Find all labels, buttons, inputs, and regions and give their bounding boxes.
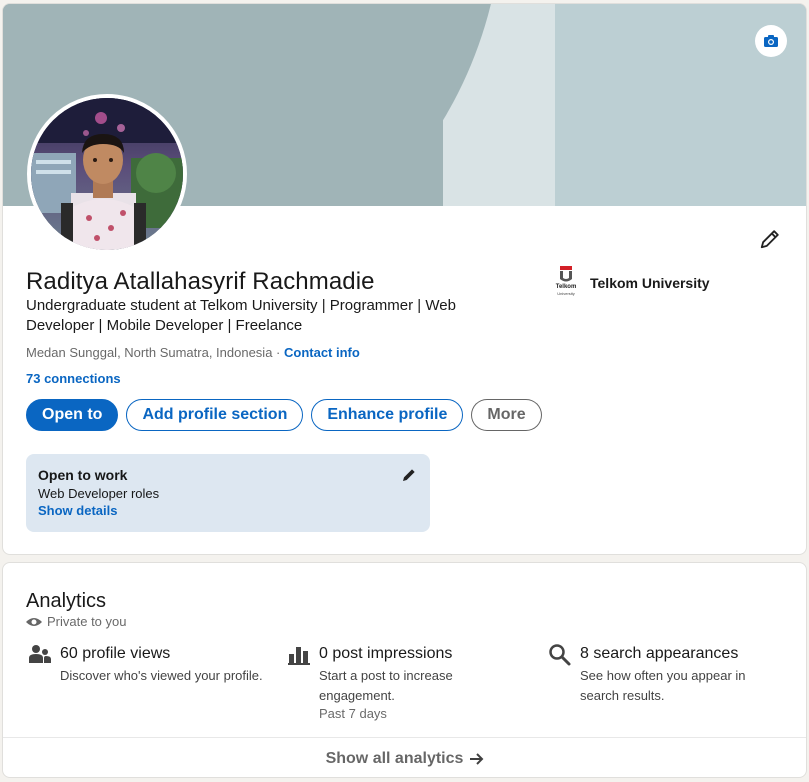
telkom-logo-text: Telkom [555, 284, 577, 290]
location-text: Medan Sunggal, North Sumatra, Indonesia [26, 345, 273, 360]
search-icon [549, 644, 571, 666]
pencil-icon [403, 469, 415, 481]
show-details-link[interactable]: Show details [38, 502, 418, 520]
pencil-icon [760, 230, 779, 249]
metric-title: 8 search appearances [580, 645, 739, 662]
profile-photo[interactable] [27, 94, 187, 254]
open-to-work-roles: Web Developer roles [38, 486, 160, 501]
open-to-button[interactable]: Open to [26, 399, 119, 431]
open-to-work-card: Open to work Web Developer roles Show de… [26, 454, 430, 532]
location-row: Medan Sunggal, North Sumatra, Indonesia … [26, 345, 360, 360]
analytics-title: Analytics [26, 590, 107, 612]
metric-title: 60 profile views [60, 645, 171, 662]
bar-chart-icon [288, 647, 310, 665]
show-all-analytics-button[interactable]: Show all analytics [3, 737, 806, 777]
education-name: Telkom University [590, 275, 710, 291]
profile-card: Raditya Atallahasyrif Rachmadie Undergra… [2, 3, 807, 555]
analytics-card: Analytics Private to you 60 profile view… [2, 562, 807, 778]
camera-icon [764, 35, 778, 47]
analytics-visibility: Private to you [26, 614, 127, 629]
arrow-right-icon [470, 752, 484, 765]
open-to-work-title: Open to work [38, 467, 128, 483]
private-to-you-text: Private to you [47, 614, 127, 629]
profile-actions: Open to Add profile section Enhance prof… [26, 399, 542, 431]
profile-headline: Undergraduate student at Telkom Universi… [26, 297, 456, 334]
metric-description: See how often you appear in search resul… [580, 668, 746, 703]
connections-link[interactable]: 73 connections [26, 371, 121, 386]
avatar [31, 98, 183, 250]
more-button[interactable]: More [471, 399, 542, 431]
edit-open-to-work-button[interactable] [400, 466, 418, 484]
edit-background-button[interactable] [755, 25, 787, 57]
telkom-university-logo: Telkom University [552, 266, 580, 300]
metric-description: Start a post to increase engagement. [319, 668, 453, 703]
enhance-profile-button[interactable]: Enhance profile [311, 399, 464, 431]
location-separator: · [272, 345, 284, 360]
education-telkom-university[interactable]: Telkom University Telkom University [552, 266, 710, 300]
metric-title: 0 post impressions [319, 645, 453, 662]
people-icon [29, 645, 51, 663]
show-all-analytics-label: Show all analytics [325, 749, 464, 767]
telkom-logo-subtext: University [557, 291, 575, 296]
eye-icon [26, 617, 42, 626]
metric-subtext: Past 7 days [319, 706, 387, 721]
metric-description: Discover who's viewed your profile. [60, 668, 263, 683]
add-profile-section-button[interactable]: Add profile section [126, 399, 304, 431]
profile-name: Raditya Atallahasyrif Rachmadie [26, 268, 375, 295]
edit-intro-button[interactable] [757, 226, 783, 252]
contact-info-link[interactable]: Contact info [284, 345, 360, 360]
